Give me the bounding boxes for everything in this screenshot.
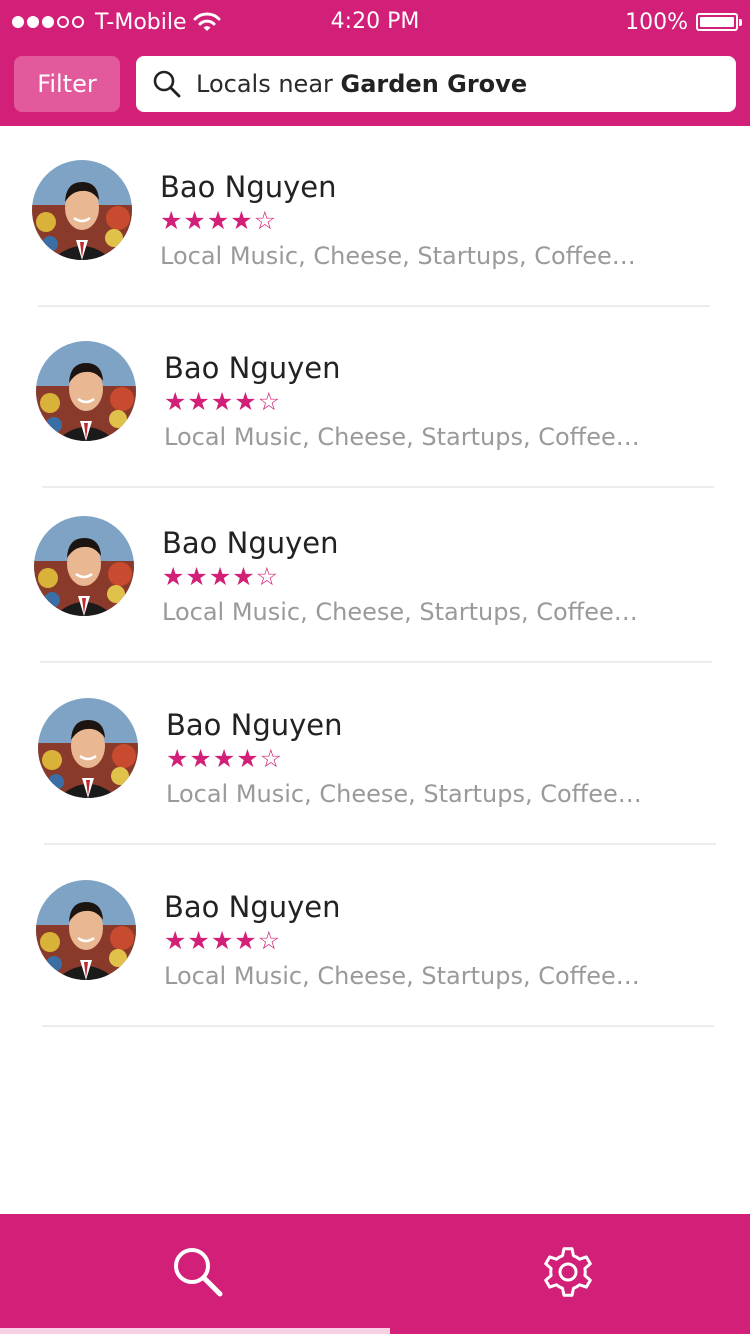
app: T-Mobile 4:20 PM 100% Filter Locals near… xyxy=(0,0,750,1334)
list-item[interactable]: Bao Nguyen ★★★★☆ Local Music, Cheese, St… xyxy=(36,307,714,488)
local-name: Bao Nguyen xyxy=(160,170,337,204)
avatar xyxy=(36,341,136,441)
avatar xyxy=(34,516,134,616)
battery-icon xyxy=(696,13,742,31)
star-rating: ★★★★☆ xyxy=(164,387,282,416)
divider xyxy=(42,1025,714,1027)
search-icon xyxy=(170,1244,226,1304)
star-rating: ★★★★☆ xyxy=(162,562,280,591)
list-item[interactable]: Bao Nguyen ★★★★☆ Local Music, Cheese, St… xyxy=(38,664,716,845)
local-interests: Local Music, Cheese, Startups, Coffee… xyxy=(166,780,642,808)
local-interests: Local Music, Cheese, Startups, Coffee… xyxy=(164,423,640,451)
local-interests: Local Music, Cheese, Startups, Coffee… xyxy=(160,242,636,270)
filter-button[interactable]: Filter xyxy=(14,56,120,112)
avatar xyxy=(32,160,132,260)
avatar xyxy=(38,698,138,798)
divider xyxy=(44,843,716,845)
gear-icon xyxy=(538,1242,598,1306)
star-rating: ★★★★☆ xyxy=(164,926,282,955)
divider xyxy=(40,661,712,663)
active-tab-indicator xyxy=(0,1328,390,1334)
search-location-text: Garden Grove xyxy=(340,70,528,98)
list-item[interactable]: Bao Nguyen ★★★★☆ Local Music, Cheese, St… xyxy=(32,126,710,307)
header: T-Mobile 4:20 PM 100% Filter Locals near… xyxy=(0,0,750,126)
local-name: Bao Nguyen xyxy=(162,526,339,560)
avatar xyxy=(36,880,136,980)
star-rating: ★★★★☆ xyxy=(160,206,278,235)
search-prefix-text: Locals near xyxy=(196,70,341,98)
search-input[interactable]: Locals near Garden Grove xyxy=(136,56,736,112)
tab-settings[interactable] xyxy=(380,1214,750,1334)
local-name: Bao Nguyen xyxy=(164,351,341,385)
tab-search[interactable] xyxy=(10,1214,385,1334)
list-item[interactable]: Bao Nguyen ★★★★☆ Local Music, Cheese, St… xyxy=(34,482,712,663)
search-icon xyxy=(152,69,182,99)
local-name: Bao Nguyen xyxy=(166,708,343,742)
star-rating: ★★★★☆ xyxy=(166,744,284,773)
status-bar: T-Mobile 4:20 PM 100% xyxy=(0,0,750,44)
status-right: 100% xyxy=(625,8,742,36)
local-interests: Local Music, Cheese, Startups, Coffee… xyxy=(164,962,640,990)
local-interests: Local Music, Cheese, Startups, Coffee… xyxy=(162,598,638,626)
battery-percent: 100% xyxy=(625,9,688,35)
tab-bar xyxy=(0,1214,750,1334)
list-item[interactable]: Bao Nguyen ★★★★☆ Local Music, Cheese, St… xyxy=(36,846,714,1027)
local-name: Bao Nguyen xyxy=(164,890,341,924)
